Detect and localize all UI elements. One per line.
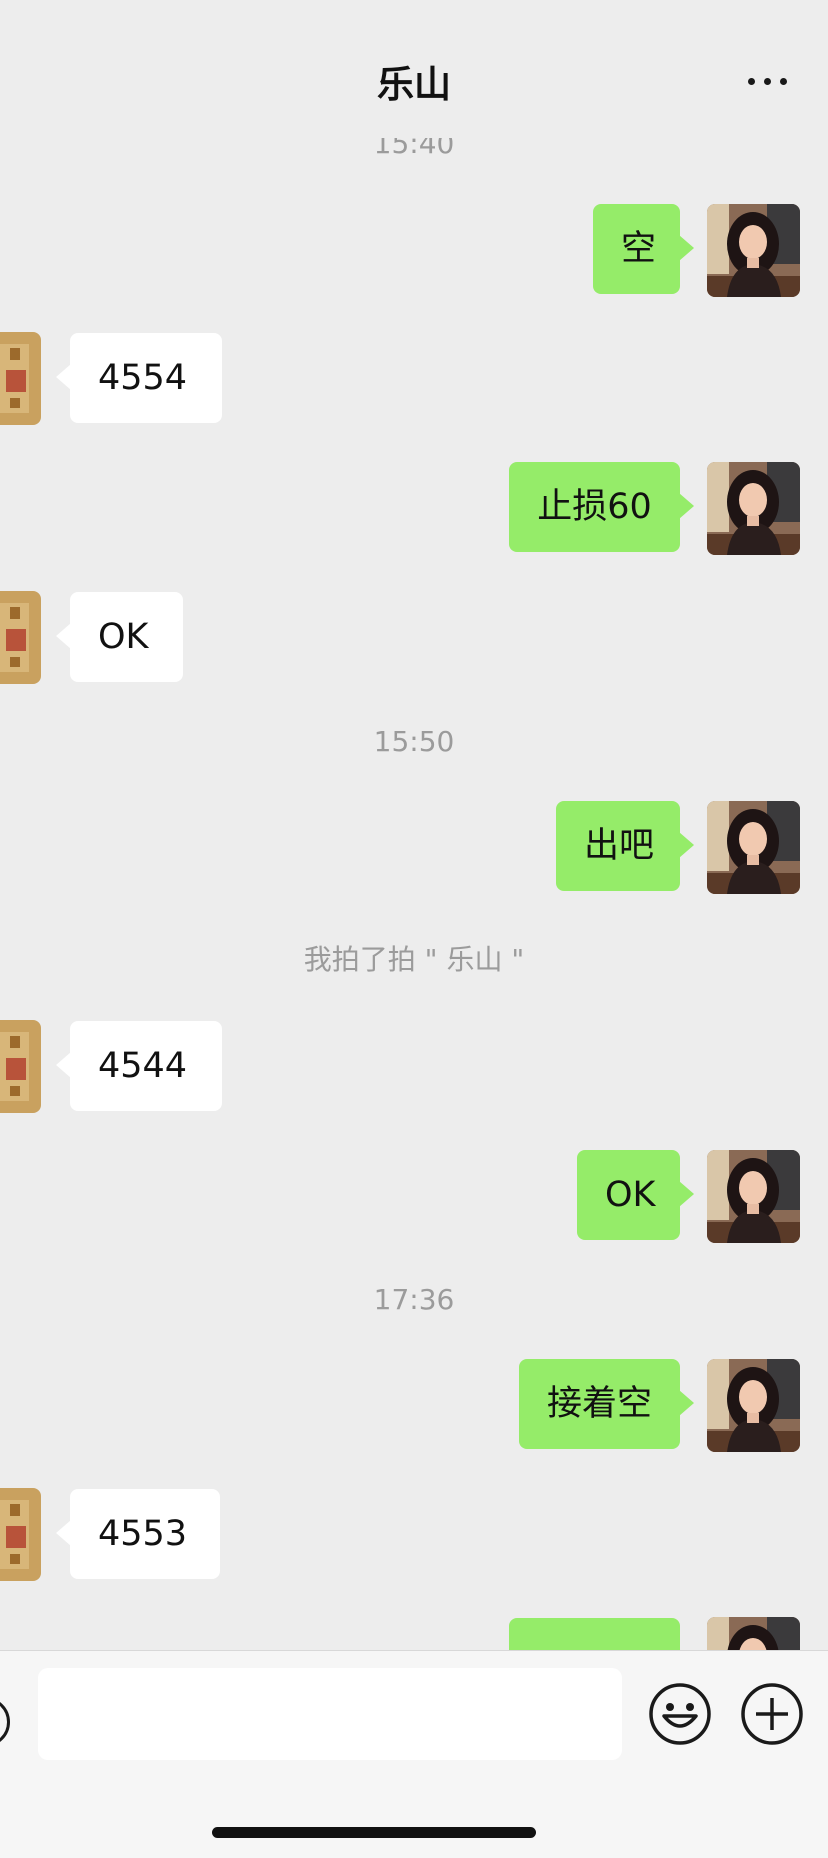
my-message[interactable]: 接着空 — [519, 1359, 694, 1449]
contact-message[interactable]: 4544 — [56, 1021, 222, 1111]
contact-avatar[interactable] — [0, 591, 41, 684]
home-indicator — [212, 1827, 536, 1838]
my-message[interactable]: 出吧 — [556, 801, 694, 891]
contact-avatar[interactable] — [0, 332, 41, 425]
my-avatar[interactable] — [707, 1150, 800, 1243]
my-message[interactable]: OK — [577, 1150, 694, 1240]
contact-message[interactable]: OK — [56, 592, 183, 682]
message-input[interactable] — [38, 1668, 622, 1760]
contact-message[interactable]: 4553 — [56, 1489, 220, 1579]
my-avatar[interactable] — [707, 462, 800, 555]
my-message[interactable]: 止损60 — [509, 462, 694, 552]
contact-message[interactable]: 4554 — [56, 333, 222, 423]
contact-avatar[interactable] — [0, 1488, 41, 1581]
chat-title: 乐山 — [377, 63, 451, 106]
emoji-icon[interactable] — [648, 1682, 712, 1746]
system-message-pat: 我拍了拍 " 乐山 " — [303, 943, 525, 976]
my-avatar[interactable] — [707, 801, 800, 894]
chat-header: 乐山 — [0, 0, 828, 138]
my-message[interactable]: 空 — [593, 204, 694, 294]
my-message-partial[interactable] — [509, 1618, 694, 1650]
my-avatar[interactable] — [707, 204, 800, 297]
plus-icon[interactable] — [740, 1682, 804, 1746]
timestamp: 15:50 — [373, 725, 455, 758]
chat-area[interactable]: 15:40 空 4554 止损60 OK 15:50 出吧 我拍了拍 " 乐山 … — [0, 0, 828, 1650]
my-avatar[interactable] — [707, 1617, 800, 1650]
input-bar — [0, 1650, 828, 1858]
contact-avatar[interactable] — [0, 1020, 41, 1113]
more-dots-icon[interactable] — [744, 60, 792, 100]
my-avatar[interactable] — [707, 1359, 800, 1452]
voice-icon[interactable] — [0, 1697, 10, 1747]
timestamp: 17:36 — [373, 1283, 455, 1316]
